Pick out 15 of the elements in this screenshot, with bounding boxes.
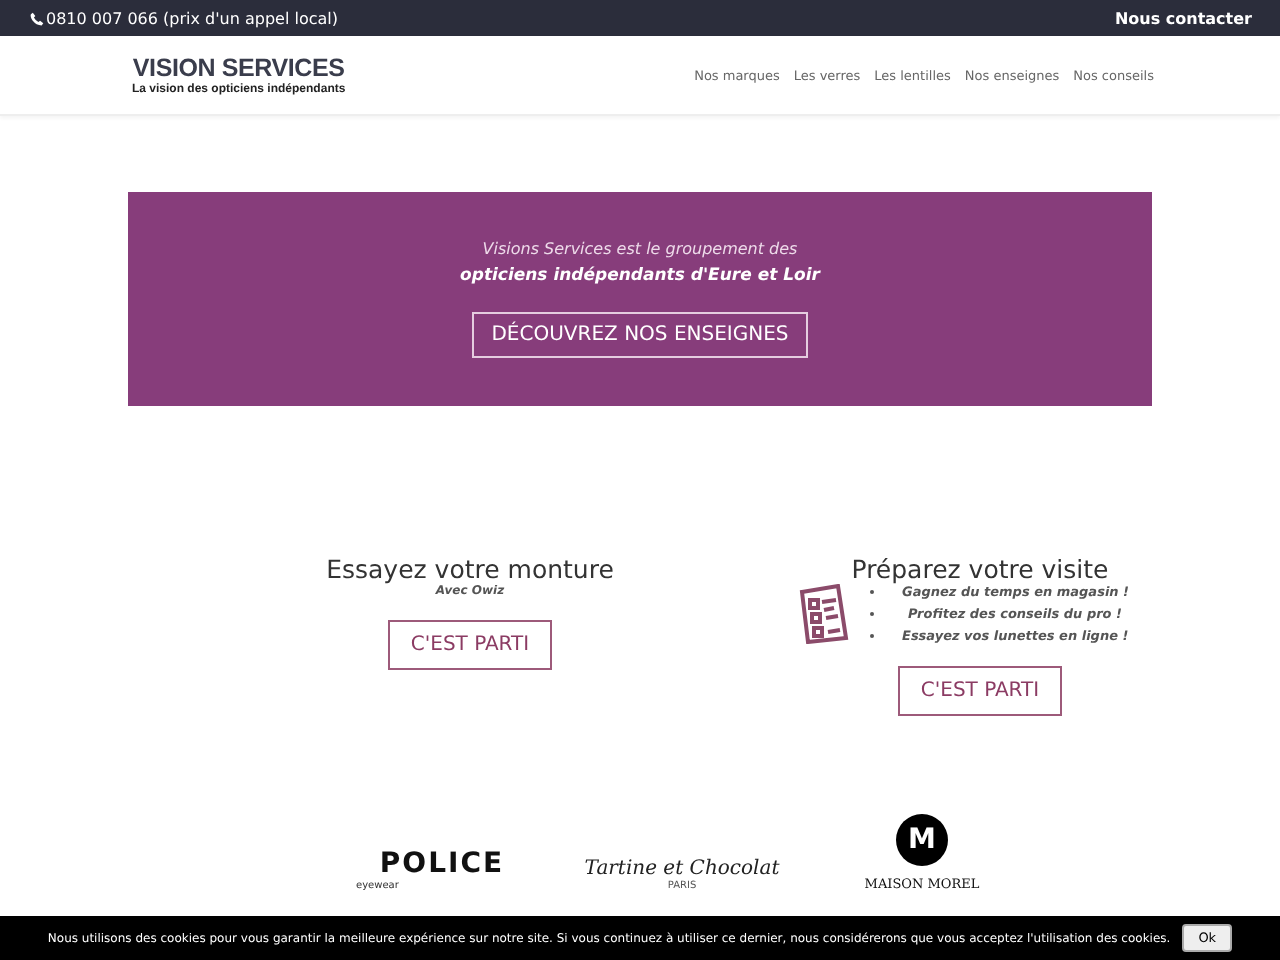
card-title: Essayez votre monture bbox=[326, 554, 614, 584]
checklist-icon bbox=[798, 584, 850, 644]
brand-logo[interactable]: Tartine et Chocolat bbox=[584, 858, 780, 880]
phone-icon bbox=[30, 11, 44, 25]
brand-badge[interactable]: M bbox=[896, 814, 948, 866]
start-button[interactable]: C'EST PARTI bbox=[898, 666, 1062, 716]
phone-number[interactable]: 0810 007 066 (prix d'un appel local) bbox=[46, 9, 338, 27]
discover-button[interactable]: DÉCOUVREZ NOS ENSEIGNES bbox=[471, 312, 809, 358]
card-title: Préparez votre visite bbox=[851, 554, 1109, 584]
logo-title[interactable]: VISION SERVICES bbox=[132, 54, 345, 82]
start-button[interactable]: C'EST PARTI bbox=[388, 620, 552, 670]
hero-text: Visions Services est le groupement des bbox=[482, 240, 798, 258]
brand-logo[interactable]: POLICE bbox=[379, 848, 505, 880]
hero-highlight: opticiens indépendants d'Eure et Loir bbox=[460, 266, 820, 286]
contact-link[interactable]: Nous contacter bbox=[1114, 9, 1252, 27]
